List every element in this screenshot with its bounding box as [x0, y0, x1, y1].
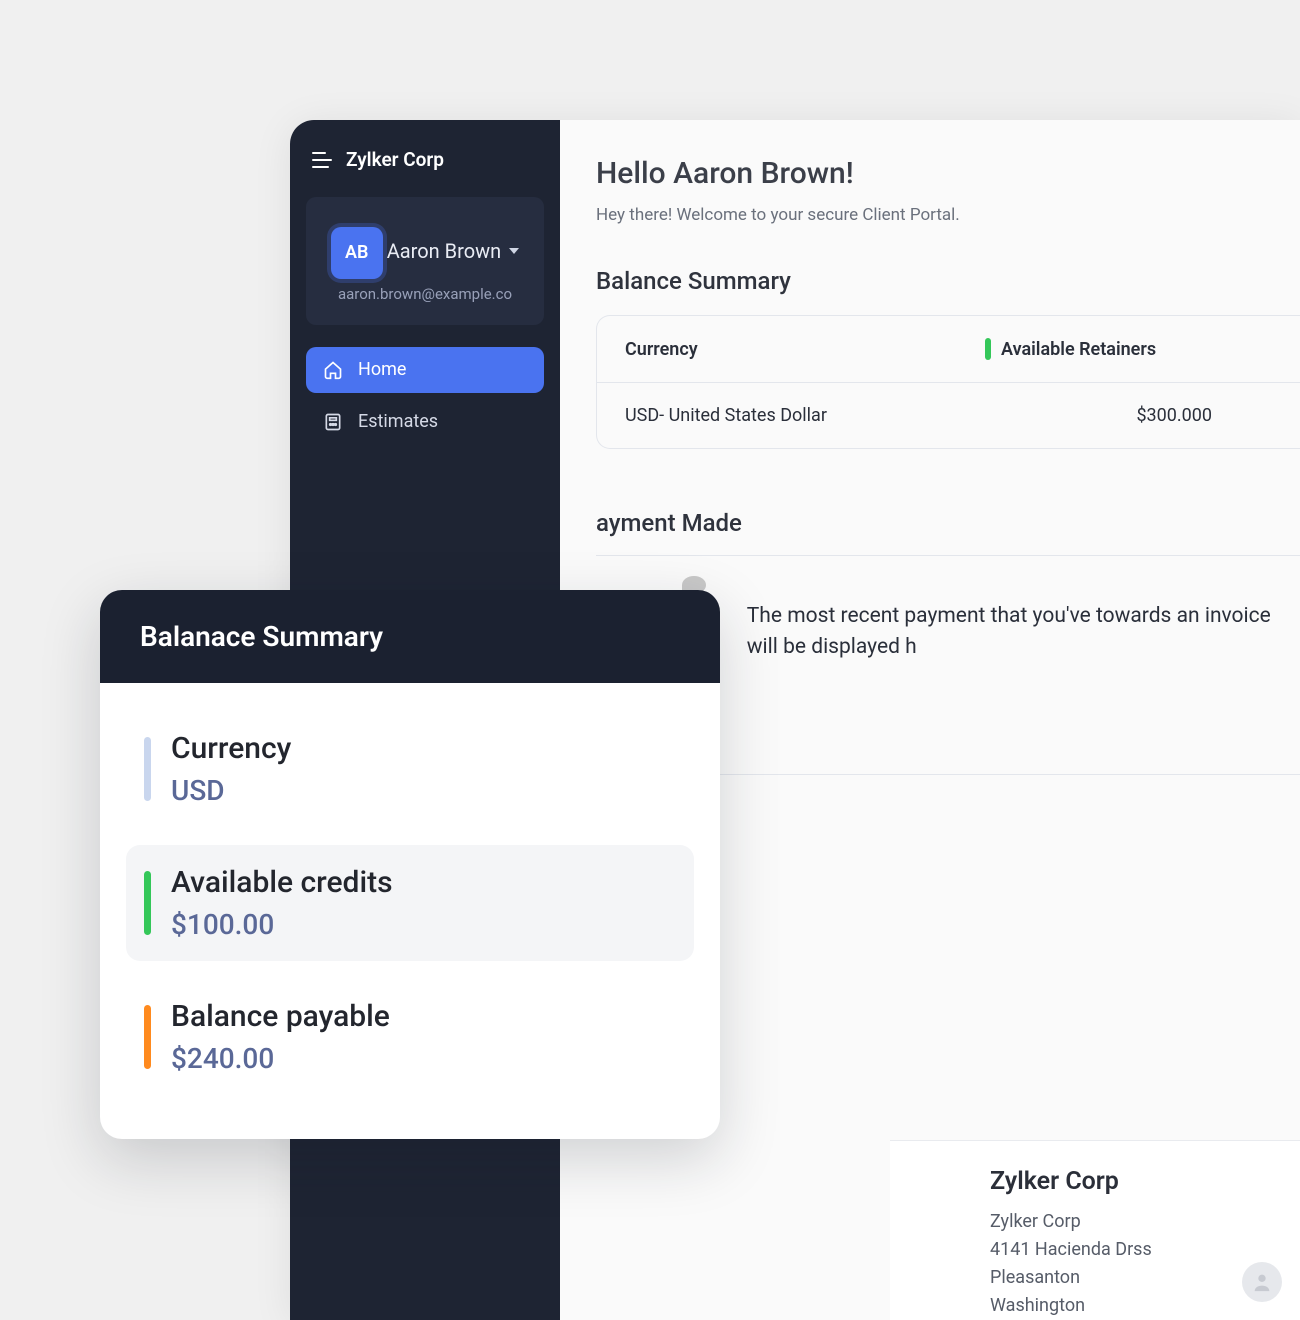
table-header-row: Currency Available Retainers [597, 316, 1300, 383]
company-line: 4141 Hacienda Drss [990, 1236, 1300, 1264]
sidebar-item-label: Home [358, 359, 406, 380]
retainers-indicator-icon [985, 338, 991, 360]
chevron-down-icon [509, 248, 519, 254]
indicator-bar-icon [144, 737, 151, 801]
greeting-subtitle: Hey there! Welcome to your secure Client… [596, 205, 1300, 225]
col-header-currency: Currency [625, 339, 985, 360]
col-header-retainers-label: Available Retainers [1001, 339, 1156, 360]
summary-item-payable: Balance payable $240.00 [126, 979, 694, 1095]
cell-currency: USD- United States Dollar [625, 405, 985, 426]
company-line: Zylker Corp [990, 1208, 1300, 1236]
summary-card-body: Currency USD Available credits $100.00 B… [100, 683, 720, 1139]
summary-value: $240.00 [171, 1042, 390, 1075]
profile-name-dropdown[interactable]: Aaron Brown [387, 239, 519, 263]
home-icon [322, 359, 344, 381]
summary-value: USD [171, 774, 291, 807]
company-name: Zylker Corp [346, 148, 444, 171]
summary-value: $100.00 [171, 908, 393, 941]
profile-card: AB Aaron Brown aaron.brown@example.co [306, 197, 544, 325]
indicator-bar-icon [144, 871, 151, 935]
sidebar-header: Zylker Corp [306, 144, 544, 187]
greeting-title: Hello Aaron Brown! [596, 156, 1300, 191]
sidebar-item-estimates[interactable]: Estimates [306, 399, 544, 445]
profile-email: aaron.brown@example.co [318, 285, 532, 303]
menu-toggle-icon[interactable] [312, 152, 332, 168]
summary-item-credits: Available credits $100.00 [126, 845, 694, 961]
payment-made-text: The most recent payment that you've towa… [747, 601, 1300, 664]
summary-item-currency: Currency USD [126, 711, 694, 827]
balance-summary-card: Balanace Summary Currency USD Available … [100, 590, 720, 1139]
summary-label: Available credits [171, 865, 393, 900]
profile-name: Aaron Brown [387, 239, 501, 263]
cell-retainers: $300.000 [985, 405, 1272, 426]
sidebar-item-home[interactable]: Home [306, 347, 544, 393]
indicator-bar-icon [144, 1005, 151, 1069]
sidebar-nav: Home Estimates [306, 347, 544, 445]
summary-label: Currency [171, 731, 291, 766]
avatar: AB [331, 227, 383, 279]
estimates-icon [322, 411, 344, 433]
balance-summary-title: Balance Summary [596, 267, 1300, 295]
balance-summary-section: Balance Summary Currency Available Retai… [596, 267, 1300, 449]
company-heading: Zylker Corp [990, 1167, 1300, 1196]
summary-card-title: Balanace Summary [100, 590, 720, 683]
table-row: USD- United States Dollar $300.000 [597, 383, 1300, 448]
col-header-retainers: Available Retainers [985, 338, 1272, 360]
user-avatar-icon[interactable] [1242, 1262, 1282, 1302]
company-footer: Zylker Corp Zylker Corp 4141 Hacienda Dr… [890, 1140, 1300, 1320]
summary-label: Balance payable [171, 999, 390, 1034]
balance-summary-table: Currency Available Retainers USD- United… [596, 315, 1300, 449]
sidebar-item-label: Estimates [358, 411, 438, 432]
payment-made-title: ayment Made [596, 509, 1300, 537]
